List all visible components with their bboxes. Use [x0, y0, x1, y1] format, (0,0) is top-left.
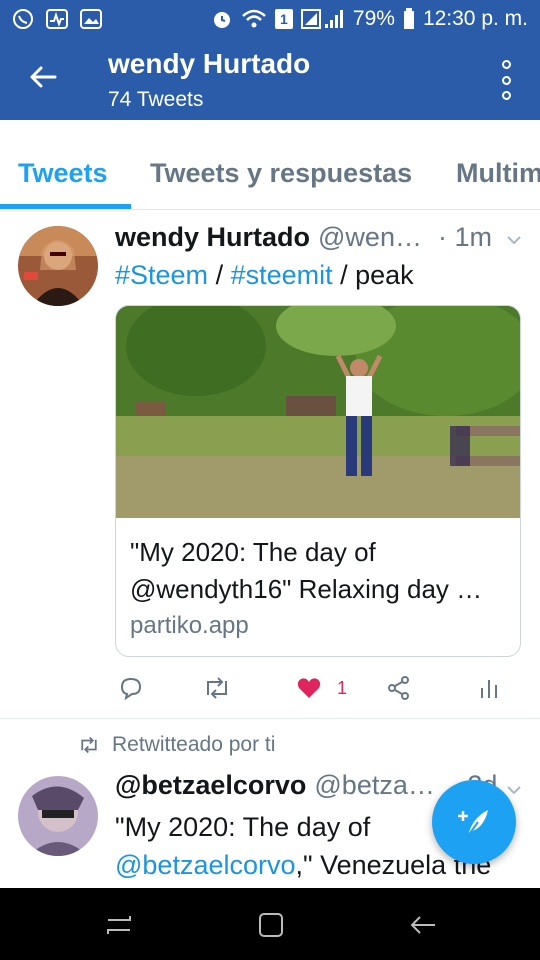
link-card-image	[116, 306, 520, 518]
wifi-icon	[242, 9, 266, 28]
author-handle[interactable]: @betza…	[314, 770, 434, 801]
gallery-icon	[80, 9, 102, 29]
alarm-icon	[213, 12, 230, 28]
battery-icon	[403, 8, 414, 29]
chevron-down-icon[interactable]	[506, 232, 522, 248]
analytics-icon	[481, 680, 497, 698]
like-button[interactable]	[295, 674, 323, 702]
link-card[interactable]: "My 2020: The day of @wendyth16" Relaxin…	[115, 305, 521, 657]
reply-icon	[120, 677, 142, 701]
home-icon	[259, 913, 283, 937]
tweet-header: wendy Hurtado @wen… · 1m	[115, 222, 525, 260]
status-bar: 1 79% 12:30 p. m.	[0, 0, 540, 38]
retweet-icon	[207, 677, 227, 699]
author-name[interactable]: wendy Hurtado	[115, 222, 310, 253]
tab-tweets[interactable]: Tweets	[18, 158, 108, 189]
tweet-time: · 1m	[437, 222, 492, 252]
tab-multimedia[interactable]: Multim	[456, 158, 540, 189]
hashtag-steemit[interactable]: #steemit	[231, 260, 333, 290]
analytics-button[interactable]	[475, 674, 503, 702]
mention-link[interactable]: @betzaelcorvo	[115, 850, 296, 880]
retweet-context: Retwitteado por ti	[78, 730, 275, 760]
link-card-title: "My 2020: The day of @wendyth16" Relaxin…	[130, 537, 483, 604]
more-options-button[interactable]	[496, 60, 516, 100]
retweet-icon	[81, 736, 97, 754]
hashtag-steem[interactable]: #Steem	[115, 260, 208, 290]
recents-button[interactable]	[104, 910, 134, 940]
system-nav-bar	[0, 888, 540, 960]
heart-icon	[297, 678, 321, 698]
signal-icon	[300, 9, 343, 29]
tweet-divider	[0, 718, 540, 719]
reply-button[interactable]	[117, 674, 145, 702]
retweet-button[interactable]	[203, 674, 231, 702]
retweet-label: Retwitteado por ti	[112, 733, 276, 756]
like-count: 1	[337, 678, 348, 698]
active-tab-indicator	[0, 204, 131, 209]
tweet-text-rest: / peak	[332, 260, 414, 290]
activity-icon	[46, 9, 68, 29]
more-dot-icon	[501, 60, 511, 69]
tab-tweets-replies[interactable]: Tweets y respuestas	[150, 158, 412, 189]
share-button[interactable]	[385, 674, 413, 702]
battery-percent: 79%	[352, 7, 395, 30]
home-button[interactable]	[256, 910, 286, 940]
tweet-text: #Steem / #steemit / peak	[115, 260, 525, 296]
avatar[interactable]	[18, 776, 98, 856]
chevron-down-icon[interactable]	[506, 782, 522, 798]
tweet-actions: 1	[115, 670, 525, 708]
share-icon	[388, 676, 409, 700]
app-bar: wendy Hurtado 74 Tweets	[0, 38, 540, 120]
author-handle[interactable]: @wen…	[318, 222, 422, 253]
more-dot-icon	[501, 91, 511, 100]
author-name[interactable]: @betzaelcorvo	[115, 770, 306, 801]
avatar[interactable]	[18, 226, 98, 306]
tweet-text-separator: /	[208, 260, 231, 290]
compose-feather-icon	[458, 810, 488, 837]
back-arrow-icon	[410, 916, 435, 934]
more-dot-icon	[501, 75, 511, 85]
arrow-left-icon	[30, 66, 57, 88]
back-nav-button[interactable]	[408, 910, 438, 940]
clock: 12:30 p. m.	[422, 7, 528, 30]
sim-badge-icon: 1	[274, 9, 293, 29]
profile-name-title: wendy Hurtado	[108, 48, 311, 79]
compose-tweet-button[interactable]	[432, 780, 516, 864]
profile-tabs: Tweets Tweets y respuestas Multim	[0, 120, 540, 210]
back-button[interactable]	[26, 60, 60, 94]
recents-icon	[107, 916, 131, 934]
tweet-count: 74 Tweets	[108, 88, 204, 111]
whatsapp-icon	[13, 9, 33, 29]
link-card-domain: partiko.app	[130, 612, 249, 639]
